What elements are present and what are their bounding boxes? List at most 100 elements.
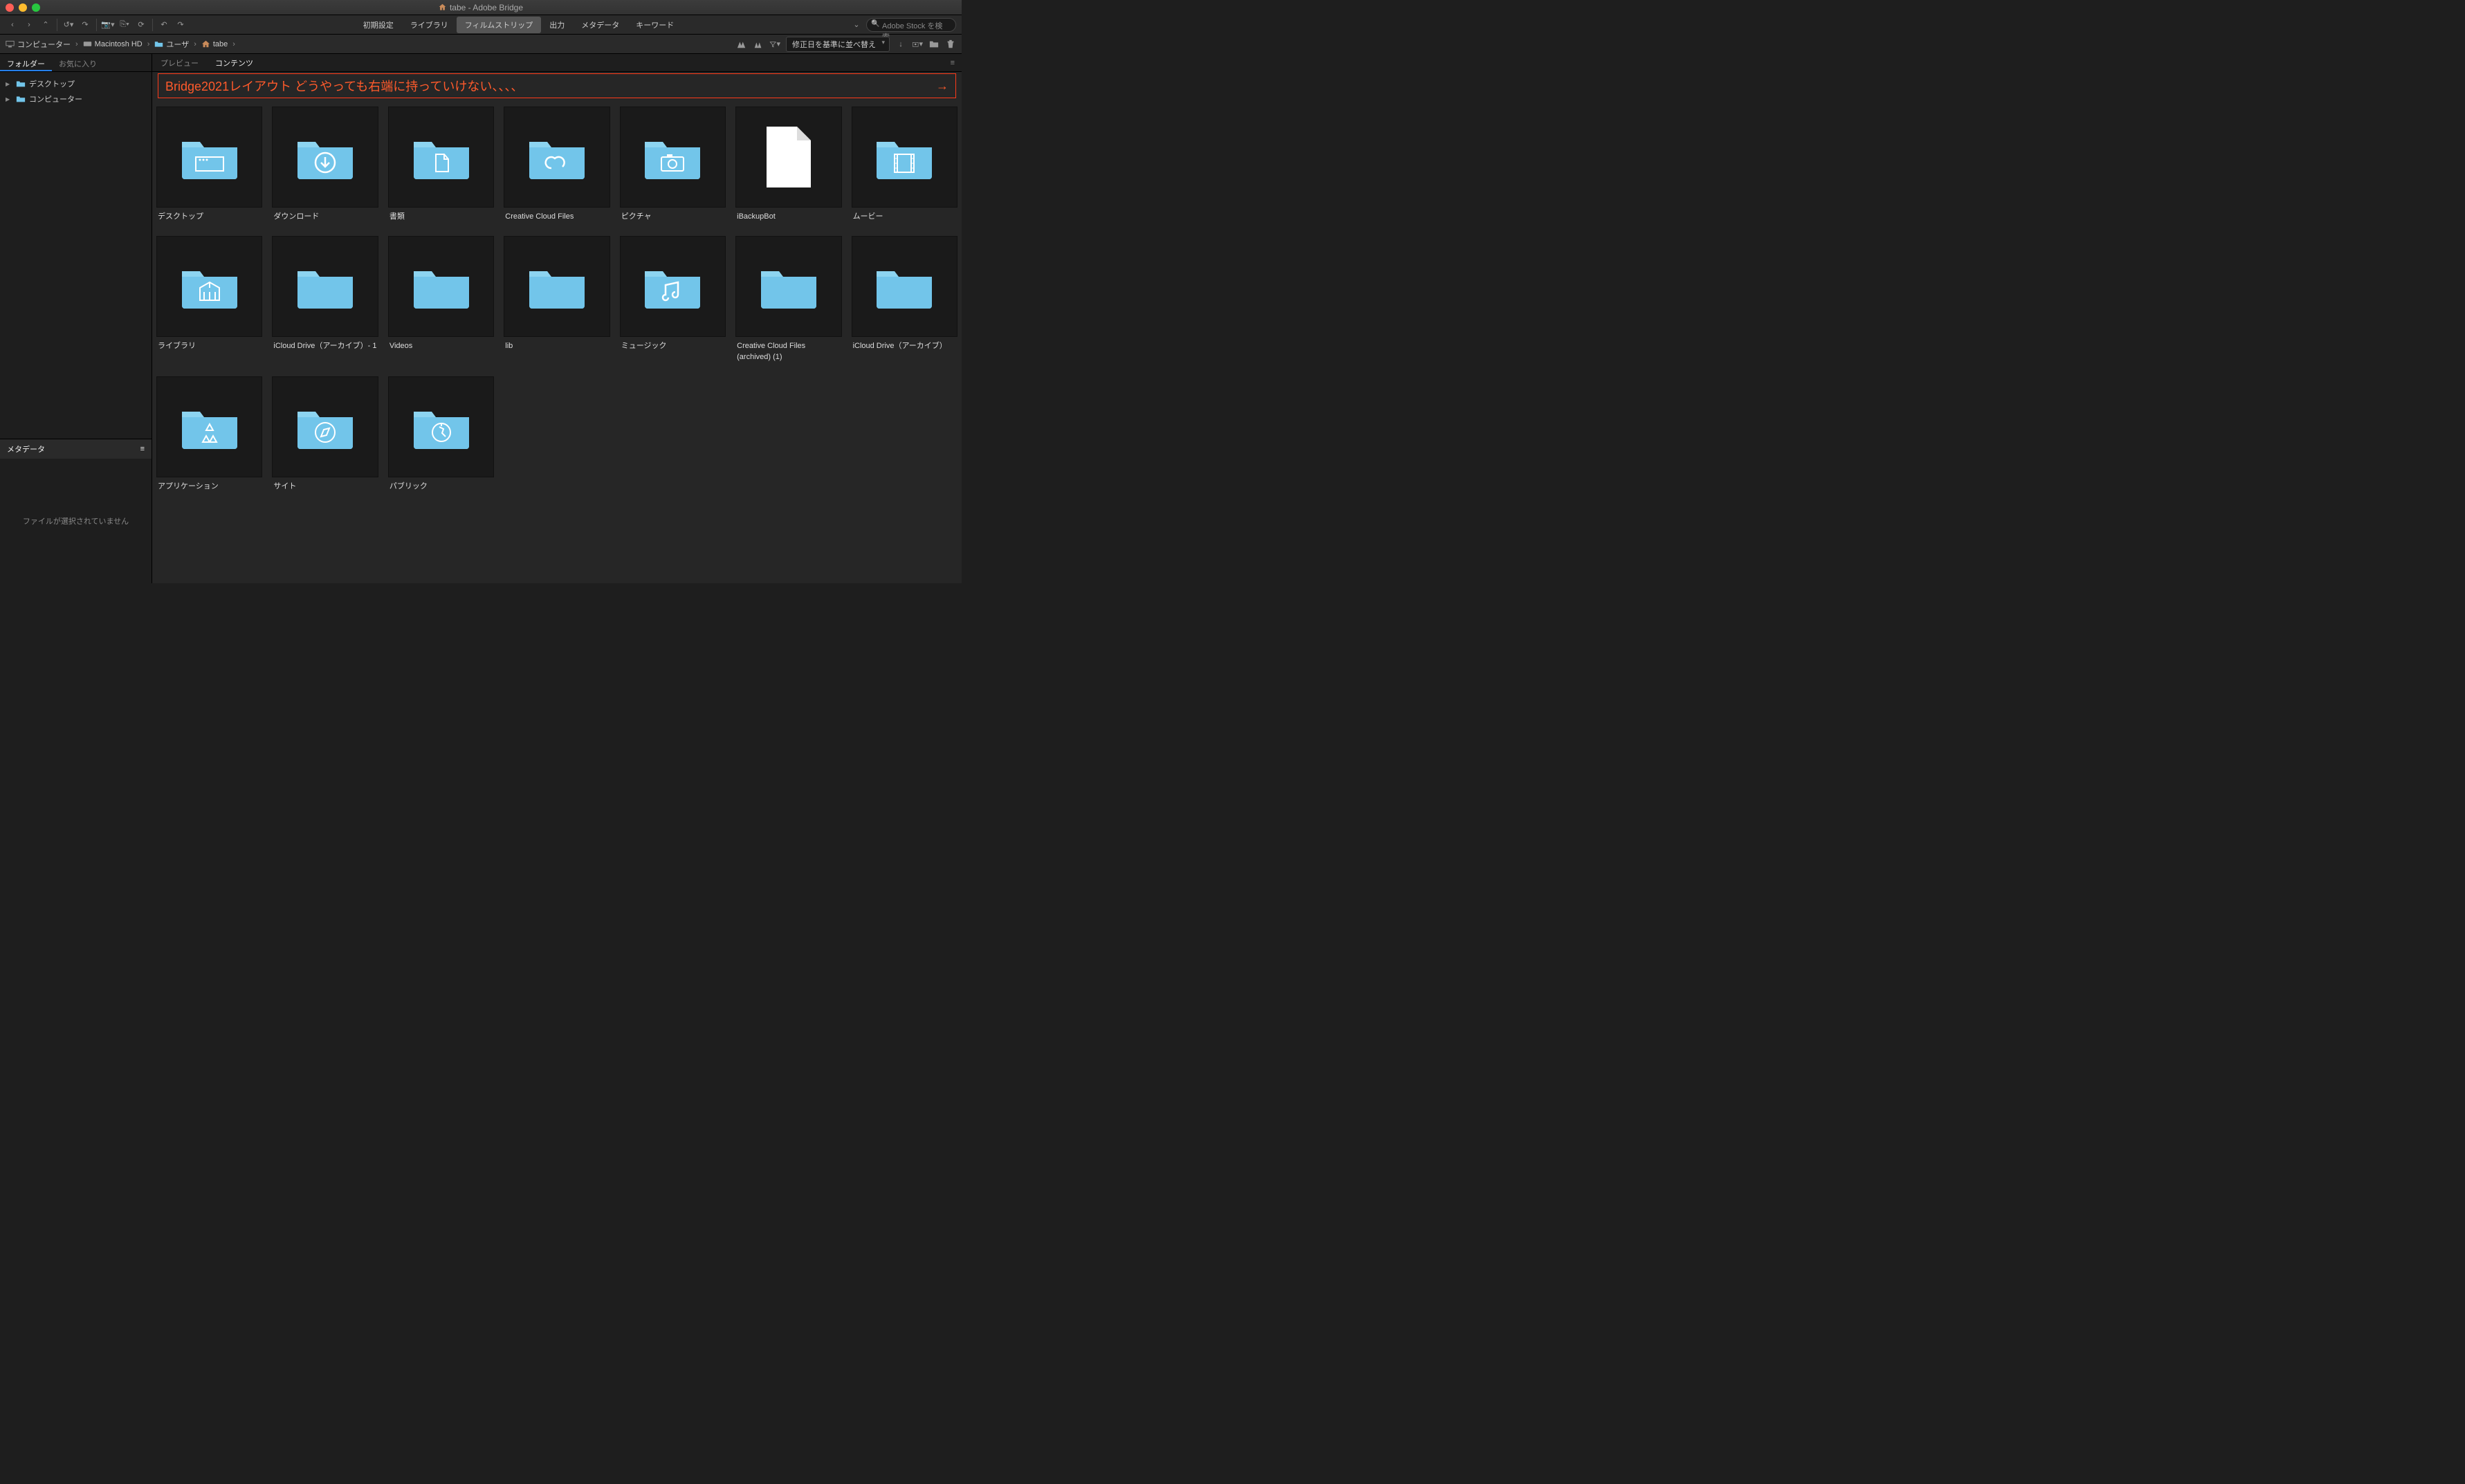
item-label: ミュージック [620,337,726,353]
workspace-tab-3[interactable]: 出力 [541,17,573,33]
content-area: プレビューコンテンツ≡ Bridge2021レイアウト どうやっても右端に持って… [152,54,962,583]
path-segment[interactable]: ユーザ [154,39,189,50]
close-window-button[interactable] [6,3,14,12]
workspace-tab-2[interactable]: フィルムストリップ [457,17,542,33]
grid-item[interactable]: Creative Cloud Files [504,107,610,223]
folder-icon [16,80,26,88]
grid-item[interactable]: iCloud Drive（アーカイブ） [852,236,957,364]
workspace-menu-button[interactable]: ⌄ [850,18,863,32]
content-tabs: プレビューコンテンツ ≡ [152,54,962,72]
folder-icon [175,259,244,314]
window-controls [6,3,40,12]
grid-item[interactable]: ムービー [852,107,957,223]
grid-item[interactable]: iBackupBot [735,107,841,223]
sidebar-tab-1[interactable]: お気に入り [52,54,104,71]
camera-import-button[interactable]: 📷▾ [101,18,115,32]
disclosure-triangle-icon[interactable]: ▶ [6,96,12,102]
folder-icon [407,259,476,314]
thumbnail [735,236,841,337]
rotate-cw-button[interactable]: ↷ [174,18,187,32]
workspace-tab-1[interactable]: ライブラリ [402,17,457,33]
refresh-button[interactable]: ⟳ [134,18,148,32]
item-label: Creative Cloud Files [504,208,610,223]
folder-icon [638,259,707,314]
content-tab-0[interactable]: プレビュー [152,53,207,73]
thumbnail [272,107,378,208]
grid-item[interactable]: サイト [272,376,378,493]
nav-forward-button[interactable]: › [22,18,36,32]
tree-item[interactable]: ▶デスクトップ [0,76,152,91]
nav-up-button[interactable]: ⌃ [39,18,53,32]
thumbnail [388,236,494,337]
output-button[interactable]: ▾ [912,39,923,50]
grid-item[interactable]: iCloud Drive（アーカイブ）- 1 [272,236,378,364]
folder-icon [175,129,244,185]
delete-button[interactable] [945,39,956,50]
workspace-tab-4[interactable]: メタデータ [573,17,627,33]
filter-rating-button[interactable] [736,39,747,50]
thumbnail [388,107,494,208]
maximize-window-button[interactable] [32,3,40,12]
item-label: サイト [272,477,378,493]
sort-dropdown[interactable]: 修正日を基準に並べ替え [786,37,890,52]
minimize-window-button[interactable] [19,3,27,12]
rotate-ccw-button[interactable]: ↶ [157,18,171,32]
tree-item[interactable]: ▶コンピューター [0,91,152,107]
disclosure-triangle-icon[interactable]: ▶ [6,81,12,87]
path-segment[interactable]: tabe [201,40,228,48]
content-tab-1[interactable]: コンテンツ [207,53,262,73]
sidebar-tabs: フォルダーお気に入り [0,54,152,72]
thumbnail [620,236,726,337]
chevron-right-icon: › [145,40,152,48]
grid-item[interactable]: ダウンロード [272,107,378,223]
thumbnail-grid: デスクトップダウンロード書類 Creative Cloud Files ピクチャ iB… [156,107,957,494]
grid-item[interactable]: ミュージック [620,236,726,364]
thumbnail [504,107,610,208]
grid-item[interactable]: デスクトップ [156,107,262,223]
content-panel-menu-icon[interactable]: ≡ [944,59,962,67]
folder-icon [16,95,26,103]
filter-funnel-button[interactable]: ▾ [769,39,780,50]
search-input[interactable]: Adobe Stock を検索 [866,18,956,32]
workspace-tab-5[interactable]: キーワード [627,17,682,33]
thumbnail [272,376,378,477]
new-folder-button[interactable] [928,39,940,50]
path-segment[interactable]: Macintosh HD [83,40,143,48]
grid-item[interactable]: 書類 [388,107,494,223]
folder-icon [522,259,592,314]
panel-menu-icon[interactable]: ≡ [140,445,145,453]
nav-back-button[interactable]: ‹ [6,18,19,32]
item-label: iCloud Drive（アーカイブ）- 1 [272,337,378,353]
path-bar: コンピューター›Macintosh HD›ユーザ›tabe› ▾ 修正日を基準に… [0,35,962,54]
thumbnail [620,107,726,208]
path-segment[interactable]: コンピューター [6,39,71,50]
sidebar-tab-0[interactable]: フォルダー [0,54,52,71]
item-label: デスクトップ [156,208,262,223]
folder-icon [638,129,707,185]
thumbnail [504,236,610,337]
breadcrumb: コンピューター›Macintosh HD›ユーザ›tabe› [6,39,237,50]
grid-item[interactable]: ピクチャ [620,107,726,223]
grid-item[interactable]: アプリケーション [156,376,262,493]
folder-icon [291,399,360,455]
workspace-tab-0[interactable]: 初期設定 [355,17,402,33]
grid-item[interactable]: Videos [388,236,494,364]
sidebar: フォルダーお気に入り ▶デスクトップ▶コンピューター メタデータ ≡ ファイルが… [0,54,152,583]
grid-item[interactable]: lib [504,236,610,364]
item-label: iCloud Drive（アーカイブ） [852,337,957,353]
thumbnail [852,236,957,337]
boomerang-button[interactable]: ↷ [78,18,92,32]
folder-icon [870,259,939,314]
metadata-panel-header[interactable]: メタデータ ≡ [0,439,152,459]
sort-direction-button[interactable]: ↓ [895,39,906,50]
folder-icon [175,399,244,455]
grid-item[interactable]: ライブラリ [156,236,262,364]
grid-item[interactable]: Creative Cloud Files (archived) (1) [735,236,841,364]
grid-item[interactable]: パブリック [388,376,494,493]
item-label: iBackupBot [735,208,841,223]
filter-rating2-button[interactable] [753,39,764,50]
item-label: パブリック [388,477,494,493]
batch-button[interactable]: ⎘▾ [118,18,131,32]
history-button[interactable]: ↺▾ [62,18,75,32]
chevron-right-icon: › [73,40,80,48]
